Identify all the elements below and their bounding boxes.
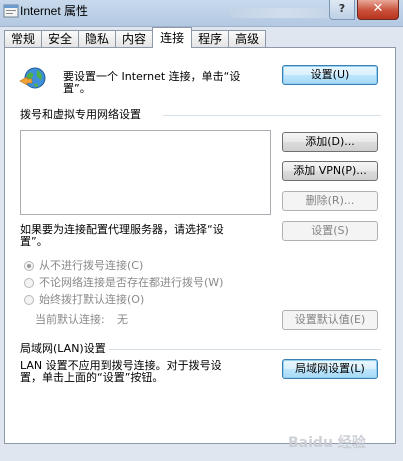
setup-text-line2: 置”。 xyxy=(63,82,91,95)
proxy-text-line1: 如果要为连接配置代理服务器，请选择“设 xyxy=(20,223,224,236)
help-button[interactable]: ? xyxy=(329,0,355,20)
set-default-button[interactable]: 设置默认值(E) xyxy=(282,310,378,330)
tab-connections[interactable]: 连接 xyxy=(152,27,193,48)
add-button[interactable]: 添加(D)... xyxy=(282,132,378,152)
tab-programs[interactable]: 程序 xyxy=(191,30,230,48)
dialup-heading: 拨号和虚拟专用网络设置 xyxy=(20,108,141,121)
remove-button[interactable]: 删除(R)... xyxy=(282,191,378,211)
dialup-connections-list[interactable] xyxy=(20,130,271,215)
lan-text-line2: 置，单击上面的“设置”按钮。 xyxy=(20,371,164,384)
watermark: Baidu 经验 xyxy=(288,435,366,451)
title-bar: Internet 属性 ? ✕ xyxy=(0,0,403,27)
lan-settings-button[interactable]: 局域网设置(L) xyxy=(282,359,378,379)
internet-globe-icon xyxy=(19,67,46,89)
close-icon: ✕ xyxy=(372,1,384,16)
radio-always-dial-default-label: 始终拨打默认连接(O) xyxy=(39,293,145,306)
close-button[interactable]: ✕ xyxy=(357,0,399,20)
add-vpn-button[interactable]: 添加 VPN(P)... xyxy=(282,161,378,181)
tab-security[interactable]: 安全 xyxy=(41,30,80,48)
tab-strip: 常规 安全 隐私 内容 连接 程序 高级 xyxy=(4,27,267,48)
tab-content[interactable]: 内容 xyxy=(115,30,154,48)
setup-button[interactable]: 设置(U) xyxy=(282,65,378,85)
settings-button[interactable]: 设置(S) xyxy=(282,221,378,241)
internet-options-icon xyxy=(3,4,19,18)
tab-general[interactable]: 常规 xyxy=(4,30,43,48)
proxy-text-line2: 置”。 xyxy=(20,235,48,248)
help-icon: ? xyxy=(338,2,346,15)
tab-advanced[interactable]: 高级 xyxy=(228,30,267,48)
blurred-title-region xyxy=(230,8,340,18)
current-default-value: 无 xyxy=(117,313,128,326)
radio-dial-when-no-network[interactable] xyxy=(24,278,34,288)
radio-dial-when-no-network-label: 不论网络连接是否存在都进行拨号(W) xyxy=(39,276,224,289)
radio-never-dial[interactable] xyxy=(24,261,34,271)
lan-heading: 局域网(LAN)设置 xyxy=(20,342,106,355)
radio-never-dial-label: 从不进行拨号连接(C) xyxy=(39,259,144,272)
tab-privacy[interactable]: 隐私 xyxy=(78,30,117,48)
current-default-label: 当前默认连接: xyxy=(35,313,105,326)
radio-always-dial-default[interactable] xyxy=(24,295,34,305)
window-title: Internet 属性 xyxy=(20,4,89,18)
lan-separator xyxy=(109,349,381,350)
dialup-separator xyxy=(163,115,381,116)
connections-panel: 要设置一个 Internet 连接，单击“设 置”。 设置(U) 拨号和虚拟专用… xyxy=(4,47,396,444)
